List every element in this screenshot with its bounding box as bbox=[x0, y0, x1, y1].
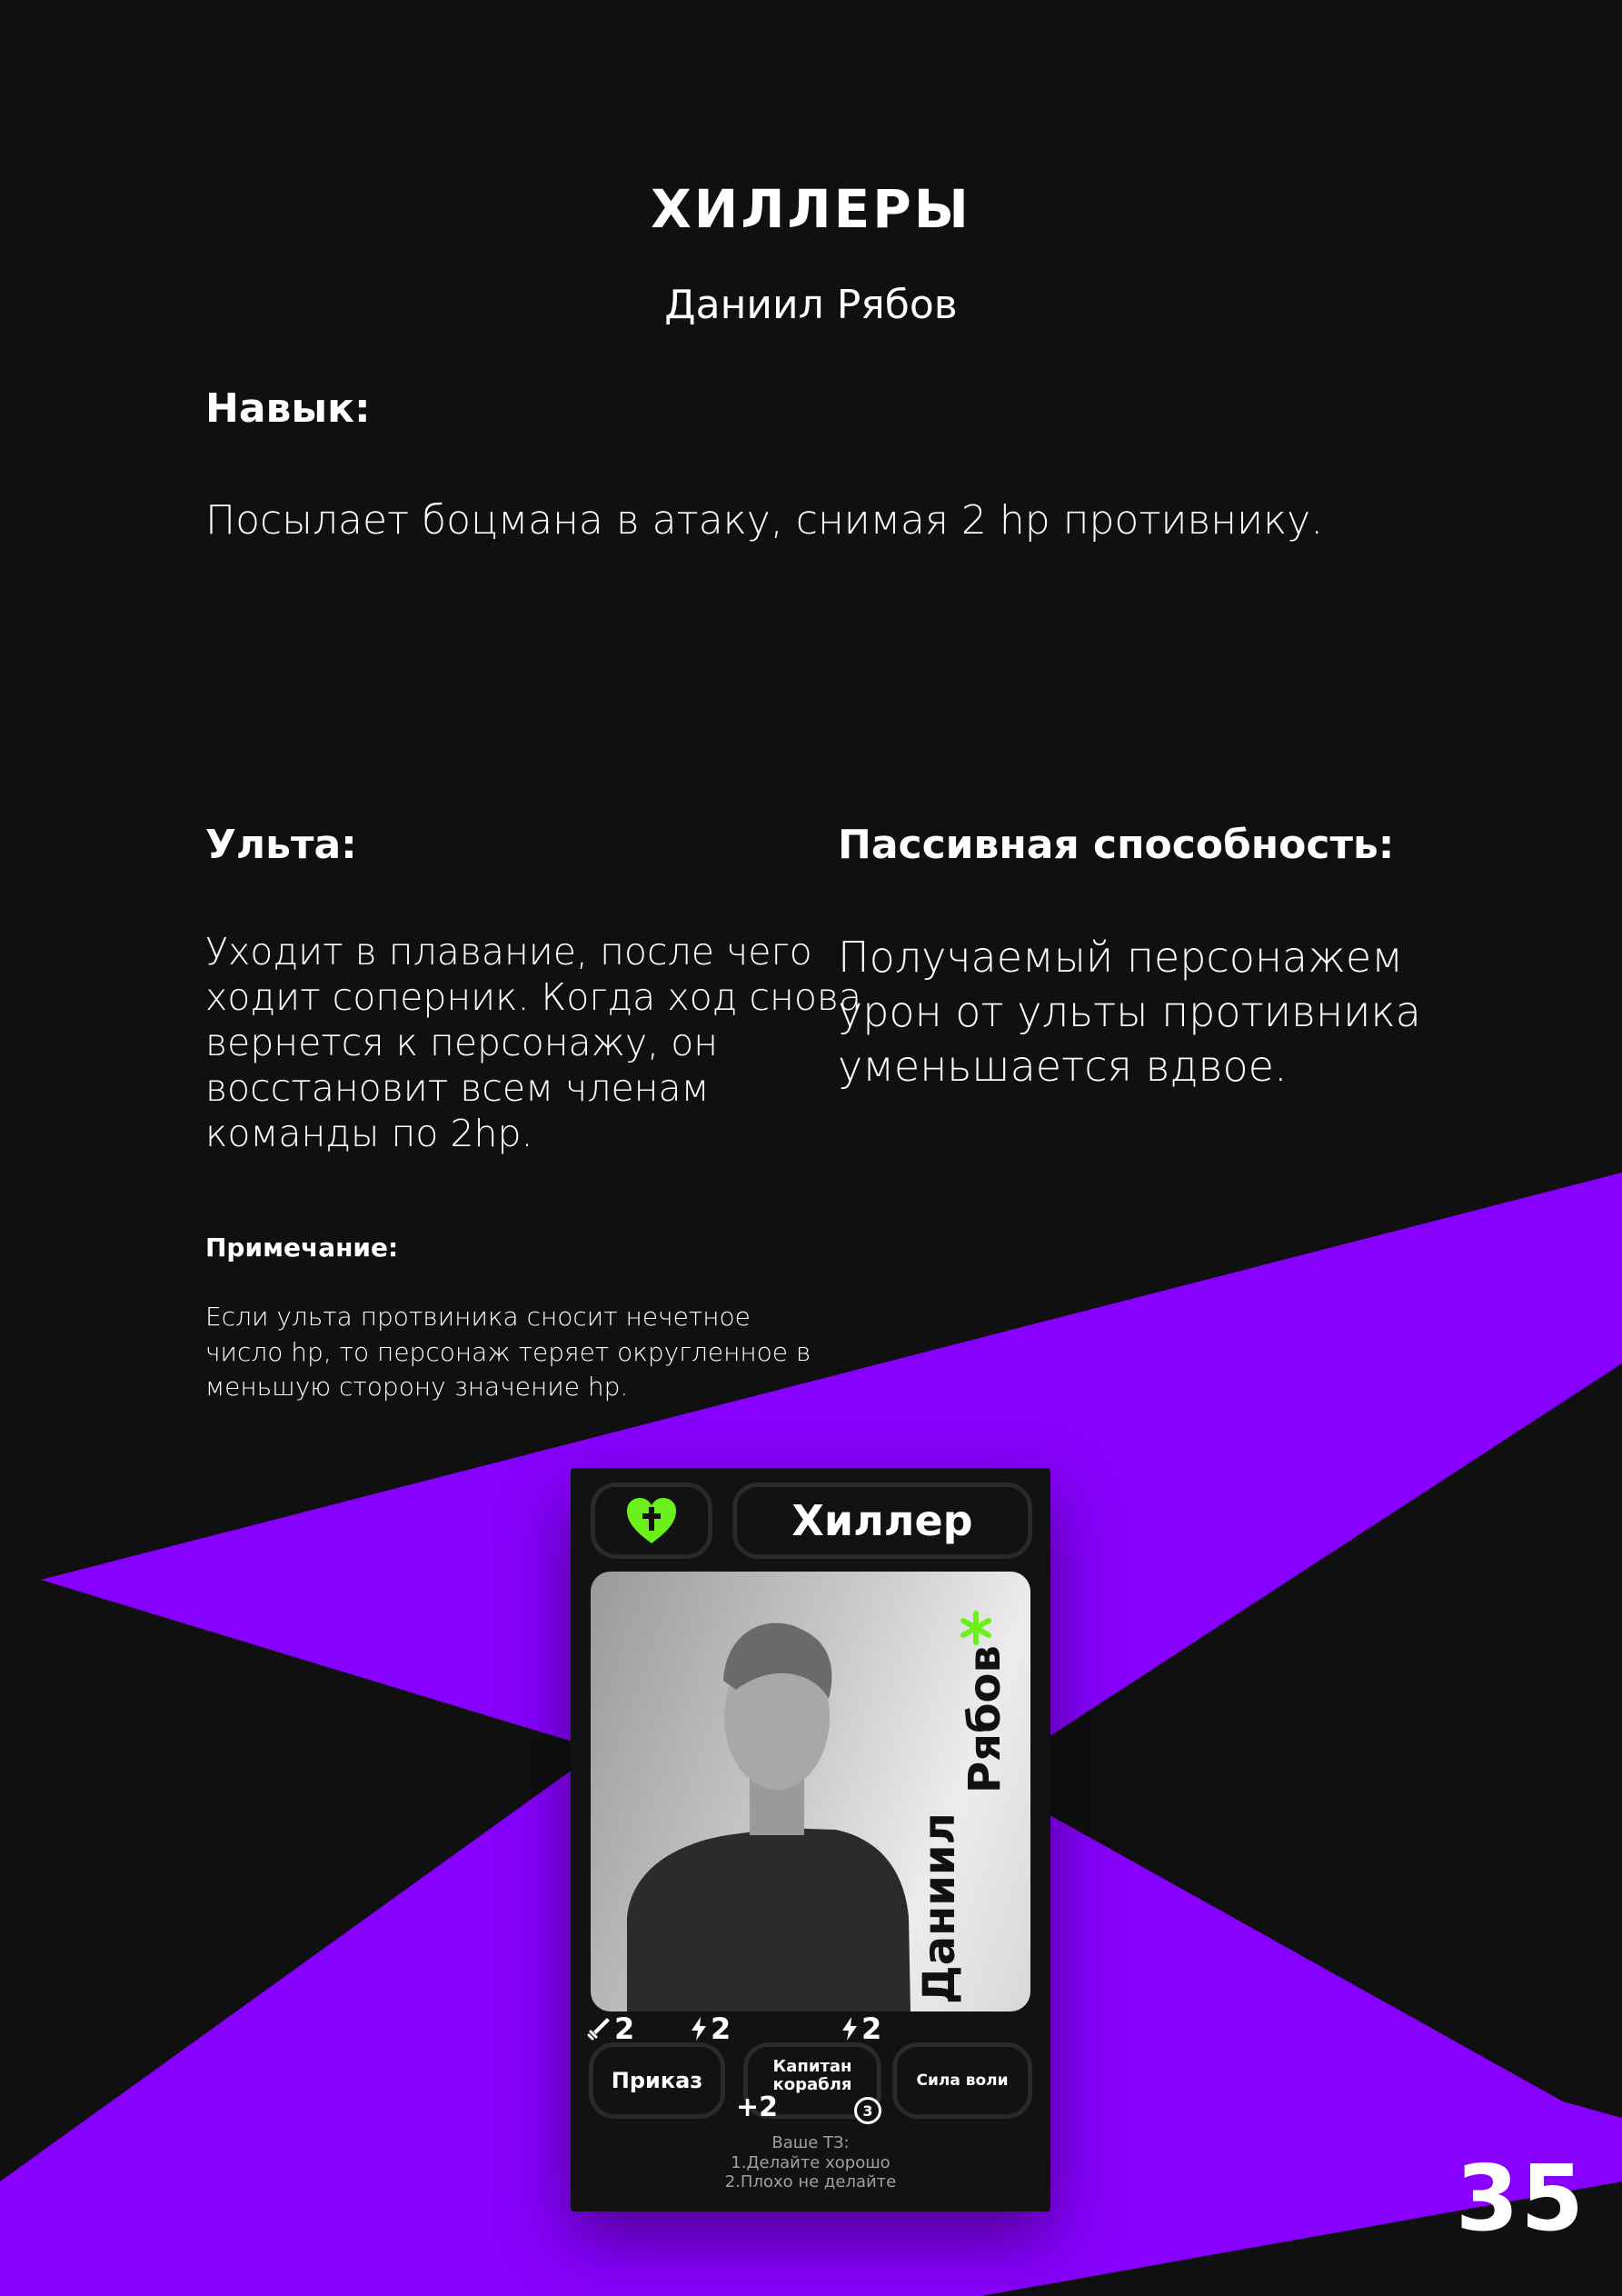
attack-stat: 2 bbox=[585, 2011, 634, 2046]
ult-line: Уходит в плавание, после чего bbox=[205, 930, 812, 973]
skill-heading: Навык: bbox=[205, 385, 371, 432]
ult-heading: Ульта: bbox=[205, 822, 357, 868]
card-last-name: Рябов bbox=[960, 1645, 1010, 1793]
passive-line: Получаемый персонажем bbox=[838, 933, 1403, 982]
note-line: число hp, то персонаж теряет округленное… bbox=[205, 1336, 811, 1367]
note-heading: Примечание: bbox=[205, 1233, 399, 1263]
ability-willpower: Сила воли bbox=[892, 2042, 1032, 2119]
skill-text: Посылает боцмана в атаку, снимая 2 hp пр… bbox=[205, 497, 1324, 544]
note-line: меньшую сторону значение hp. bbox=[205, 1372, 629, 1403]
character-card: Хиллер Даниил Рябов 2 2 2 Приказ Капитан… bbox=[571, 1468, 1050, 2211]
asterisk-icon bbox=[960, 1611, 991, 1645]
attack-value: 2 bbox=[614, 2011, 635, 2046]
heart-cross-icon bbox=[627, 1498, 676, 1543]
page-title: ХИЛЛЕРЫ bbox=[651, 178, 971, 240]
note-line: Если ульта протвиника сносит нечетное bbox=[205, 1302, 751, 1332]
card-first-name: Даниил bbox=[914, 1812, 965, 2004]
card-footer: Ваше ТЗ: 1.Делайте хорошо 2.Плохо не дел… bbox=[571, 2133, 1050, 2192]
ult-line: ходит соперник. Когда ход снова bbox=[205, 975, 862, 1020]
passive-line: уменьшается вдвое. bbox=[838, 1041, 1288, 1091]
class-icon-badge bbox=[591, 1482, 712, 1559]
energy-value-a: 2 bbox=[711, 2011, 731, 2046]
lightning-icon bbox=[842, 2017, 857, 2041]
ability-order: Приказ bbox=[589, 2042, 725, 2119]
energy-value-b: 2 bbox=[861, 2011, 882, 2046]
class-name-badge: Хиллер bbox=[732, 1482, 1032, 1559]
ult-line: восстановит всем членам bbox=[205, 1066, 710, 1111]
energy-stat-b: 2 bbox=[840, 2011, 881, 2046]
footer-line: 2.Плохо не делайте bbox=[724, 2172, 897, 2192]
passive-heading: Пассивная способность: bbox=[838, 822, 1395, 868]
note-text: Если ульта протвиника сносит нечетное чи… bbox=[205, 1300, 811, 1405]
energy-stat-a: 2 bbox=[689, 2011, 731, 2046]
count-badge: 3 bbox=[854, 2097, 881, 2124]
character-photo: Даниил Рябов bbox=[591, 1572, 1030, 2011]
footer-line: 1.Делайте хорошо bbox=[731, 2152, 891, 2172]
sword-icon bbox=[587, 2018, 610, 2041]
passive-text: Получаемый персонажем урон от ульты прот… bbox=[838, 931, 1421, 1093]
page-number: 35 bbox=[1455, 2145, 1586, 2251]
footer-line: Ваше ТЗ: bbox=[771, 2133, 850, 2152]
ult-text: Уходит в плавание, после чего ходит сопе… bbox=[205, 929, 861, 1156]
passive-line: урон от ульты противника bbox=[838, 986, 1421, 1036]
plus-stat: +2 bbox=[736, 2091, 779, 2123]
ult-line: вернется к персонажу, он bbox=[205, 1021, 719, 1065]
ult-line: команды по 2hp. bbox=[205, 1112, 533, 1156]
lightning-icon bbox=[692, 2017, 706, 2041]
page-subtitle: Даниил Рябов bbox=[664, 282, 958, 328]
